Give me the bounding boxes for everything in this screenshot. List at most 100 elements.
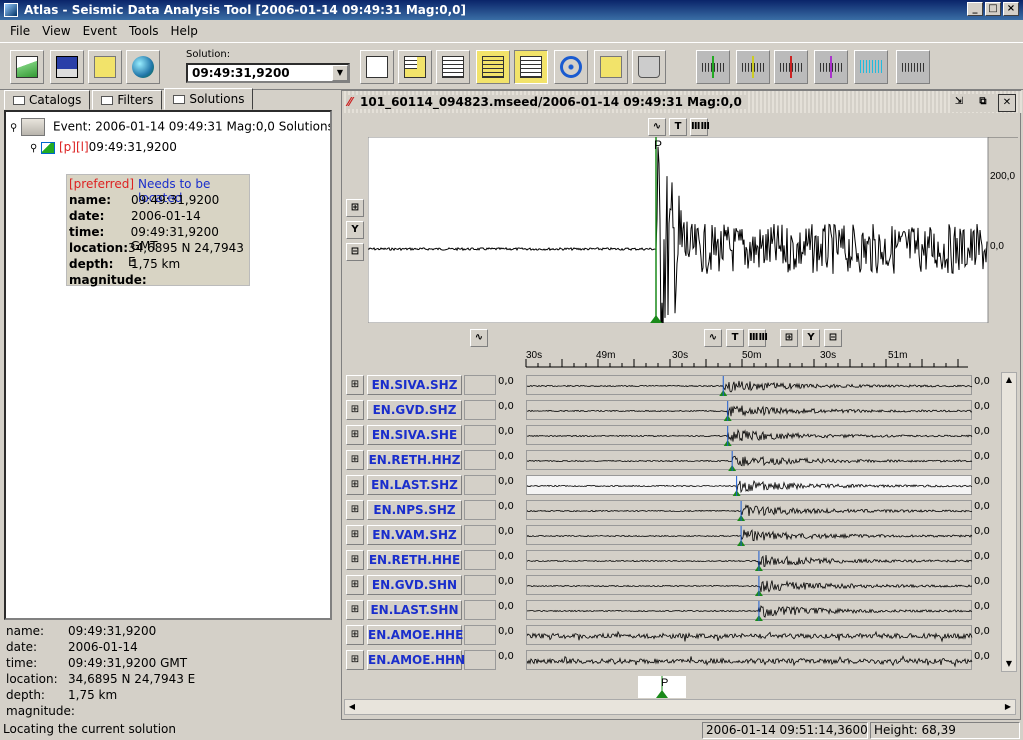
station-trace[interactable] bbox=[526, 625, 973, 645]
station-trace[interactable] bbox=[526, 650, 973, 670]
station-label[interactable]: EN.LAST.SHN bbox=[367, 600, 462, 620]
minimize-button[interactable]: _ bbox=[967, 2, 983, 16]
pick-p-button[interactable] bbox=[696, 50, 730, 84]
tree-event-node[interactable]: ⚲ Event: 2006-01-14 09:49:31 Mag:0,0 Sol… bbox=[10, 118, 330, 136]
menu-help[interactable]: Help bbox=[165, 24, 204, 38]
station-label[interactable]: EN.SIVA.SHE bbox=[367, 425, 462, 445]
scroll-up-icon[interactable]: ▲ bbox=[1002, 373, 1016, 387]
spectrum-button[interactable]: ⅢⅢ bbox=[690, 118, 710, 136]
menu-file[interactable]: File bbox=[4, 24, 36, 38]
note-button[interactable] bbox=[88, 50, 122, 84]
station-trace[interactable] bbox=[526, 500, 973, 521]
station-grid-button[interactable]: ⊞ bbox=[346, 650, 364, 670]
spectrum-button-2[interactable]: ⅢⅢ bbox=[748, 329, 768, 347]
station-grid-button[interactable]: ⊞ bbox=[346, 575, 364, 595]
y-scale-button[interactable]: Y bbox=[346, 221, 364, 239]
station-label[interactable]: EN.AMOE.HHN bbox=[367, 650, 465, 670]
tab-catalogs[interactable]: Catalogs bbox=[4, 90, 91, 110]
station-grid-button[interactable]: ⊞ bbox=[346, 600, 364, 620]
station-label[interactable]: EN.AMOE.HHE bbox=[367, 625, 463, 645]
solution-select[interactable]: 09:49:31,9200 ▼ bbox=[186, 63, 350, 83]
delete-button[interactable] bbox=[632, 50, 666, 84]
pick-s-button[interactable] bbox=[736, 50, 770, 84]
new-doc-button[interactable] bbox=[360, 50, 394, 84]
tree-solution-node[interactable]: ⚲ [p][l]09:49:31,9200 bbox=[30, 140, 177, 154]
tab-filters[interactable]: Filters bbox=[92, 90, 163, 110]
station-grid-button[interactable]: ⊞ bbox=[346, 425, 364, 445]
maximize-button[interactable]: □ bbox=[985, 2, 1001, 16]
station-trace[interactable] bbox=[526, 600, 973, 621]
text-button-2[interactable]: T bbox=[726, 329, 744, 347]
list-button[interactable] bbox=[436, 50, 470, 84]
station-label[interactable]: EN.NPS.SHZ bbox=[367, 500, 462, 520]
main-waveform-plot[interactable]: P 200,0 0,0 bbox=[368, 137, 1018, 323]
grid-button-2[interactable]: ⊞ bbox=[780, 329, 798, 347]
station-grid-button[interactable]: ⊞ bbox=[346, 550, 364, 570]
waveform-button[interactable] bbox=[854, 50, 888, 84]
station-trace[interactable] bbox=[526, 550, 973, 571]
station-label[interactable]: EN.GVD.SHN bbox=[367, 575, 462, 595]
station-grid-button[interactable]: ⊞ bbox=[346, 375, 364, 395]
station-trace[interactable] bbox=[526, 450, 973, 471]
pick-d-button[interactable] bbox=[814, 50, 848, 84]
sticky-button[interactable] bbox=[594, 50, 628, 84]
station-trace[interactable] bbox=[526, 400, 973, 421]
station-label[interactable]: EN.GVD.SHZ bbox=[367, 400, 462, 420]
filter-button-3[interactable]: ∿ bbox=[704, 329, 722, 347]
scroll-right-icon[interactable]: ▶ bbox=[1001, 700, 1015, 714]
station-label[interactable]: EN.VAM.SHZ bbox=[367, 525, 462, 545]
station-trace[interactable] bbox=[526, 475, 973, 496]
filter-button-2[interactable]: ∿ bbox=[470, 329, 488, 347]
menu-event[interactable]: Event bbox=[77, 24, 123, 38]
vertical-scrollbar[interactable]: ▲ ▼ bbox=[1001, 372, 1017, 672]
expand-icon[interactable]: ⚲ bbox=[10, 123, 17, 134]
globe-button[interactable] bbox=[126, 50, 160, 84]
station-grid-button[interactable]: ⊞ bbox=[346, 400, 364, 420]
x-scale-button[interactable]: ⊟ bbox=[346, 243, 364, 261]
grid-button[interactable]: ⊞ bbox=[346, 199, 364, 217]
zero-label: 0,0 bbox=[974, 476, 990, 487]
pick-a-button[interactable] bbox=[774, 50, 808, 84]
expand-icon[interactable]: ⚲ bbox=[30, 143, 37, 154]
y-scale-button-2[interactable]: Y bbox=[802, 329, 820, 347]
station-label[interactable]: EN.RETH.HHZ bbox=[367, 450, 462, 470]
save-button[interactable] bbox=[50, 50, 84, 84]
station-grid-button[interactable]: ⊞ bbox=[346, 500, 364, 520]
trace-path bbox=[526, 405, 973, 418]
station-label[interactable]: EN.RETH.HHE bbox=[367, 550, 462, 570]
station-grid-button[interactable]: ⊞ bbox=[346, 475, 364, 495]
station-trace[interactable] bbox=[526, 525, 973, 546]
report-edit-button[interactable] bbox=[476, 50, 510, 84]
report-active-button[interactable] bbox=[514, 50, 548, 84]
zero-label: 0,0 bbox=[498, 501, 514, 512]
tooltip-key: date: bbox=[69, 209, 105, 223]
target-button[interactable] bbox=[554, 50, 588, 84]
float-panel-icon[interactable]: ⧉ bbox=[974, 94, 992, 112]
station-grid-button[interactable]: ⊞ bbox=[346, 450, 364, 470]
x-scale-button-2[interactable]: ⊟ bbox=[824, 329, 842, 347]
station-trace[interactable] bbox=[526, 425, 973, 446]
close-panel-icon[interactable]: ✕ bbox=[998, 94, 1016, 112]
text-button[interactable]: T bbox=[669, 118, 687, 136]
menu-view[interactable]: View bbox=[36, 24, 76, 38]
close-button[interactable]: × bbox=[1003, 2, 1019, 16]
station-trace[interactable] bbox=[526, 575, 973, 596]
tooltip-key: depth: bbox=[69, 257, 114, 271]
remove-picks-button[interactable] bbox=[896, 50, 930, 84]
station-label[interactable]: EN.LAST.SHZ bbox=[367, 475, 462, 495]
station-grid-button[interactable]: ⊞ bbox=[346, 625, 364, 645]
minimize-panel-icon[interactable]: ⇲ bbox=[950, 94, 968, 112]
zero-label: 0,0 bbox=[498, 601, 514, 612]
chevron-down-icon[interactable]: ▼ bbox=[332, 65, 348, 81]
open-button[interactable] bbox=[10, 50, 44, 84]
station-grid-button[interactable]: ⊞ bbox=[346, 525, 364, 545]
horizontal-scrollbar[interactable]: ◀ ▶ bbox=[344, 699, 1016, 715]
filter-button[interactable]: ∿ bbox=[648, 118, 666, 136]
menu-tools[interactable]: Tools bbox=[123, 24, 165, 38]
tab-solutions[interactable]: Solutions bbox=[164, 88, 254, 110]
station-label[interactable]: EN.SIVA.SHZ bbox=[367, 375, 462, 395]
scroll-down-icon[interactable]: ▼ bbox=[1002, 657, 1016, 671]
scroll-left-icon[interactable]: ◀ bbox=[345, 700, 359, 714]
report-button[interactable] bbox=[398, 50, 432, 84]
station-trace[interactable] bbox=[526, 375, 973, 396]
